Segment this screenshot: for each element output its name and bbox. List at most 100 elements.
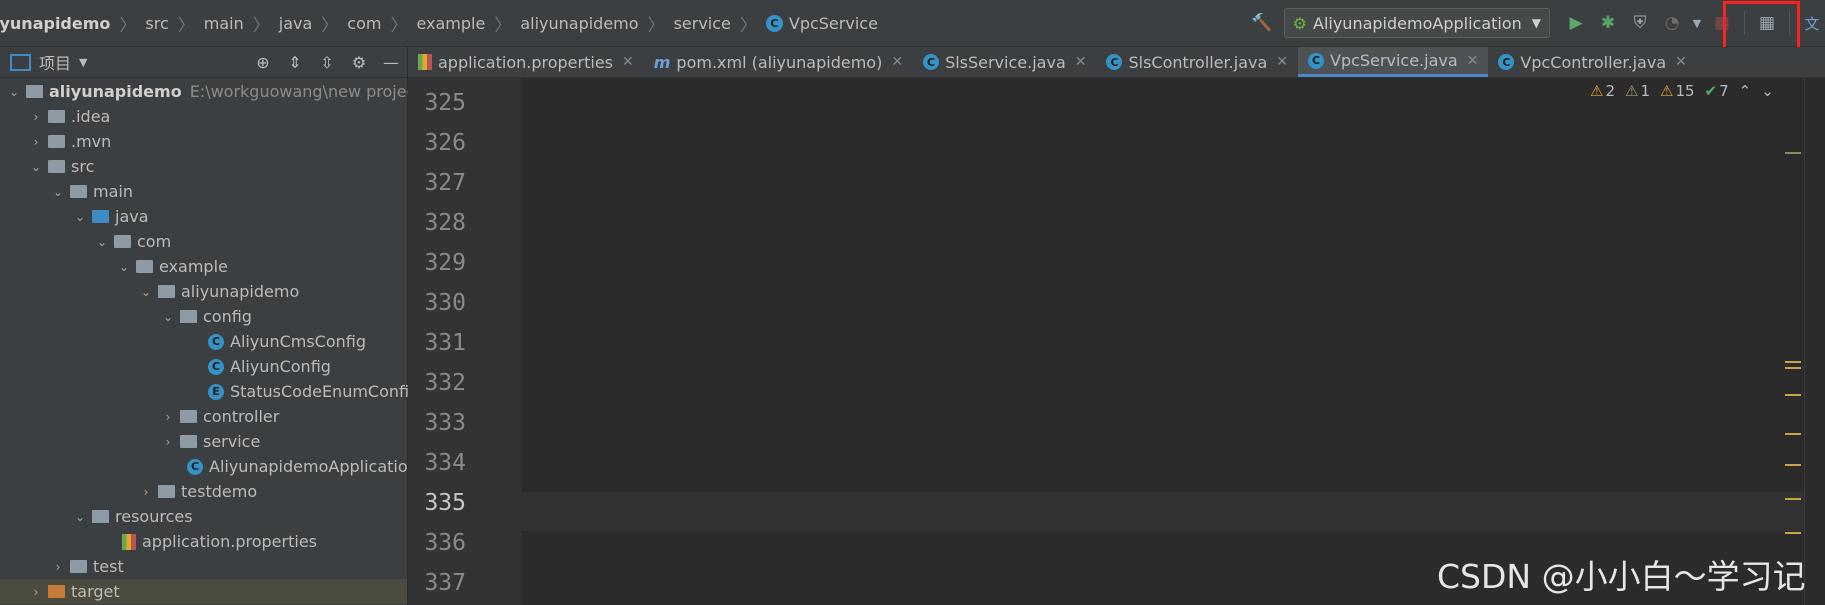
check-icon: ✔ <box>1704 82 1718 100</box>
package-icon <box>158 285 175 298</box>
tree-item[interactable]: › test <box>50 554 124 579</box>
tree-item[interactable]: E StatusCodeEnumConfig <box>208 379 419 404</box>
line-number: 337 <box>424 570 466 596</box>
tree-item[interactable]: ⌄ example <box>116 254 228 279</box>
tree-item[interactable]: ⌄ main <box>50 179 133 204</box>
code-editor[interactable] <box>521 78 1804 605</box>
class-icon: C <box>1106 54 1123 70</box>
folder-icon <box>48 135 65 148</box>
tab-label: application.properties <box>438 52 613 72</box>
tree-item[interactable]: › testdemo <box>138 479 258 504</box>
tree-item[interactable]: C AliyunConfig <box>208 354 331 379</box>
chevron-down-icon: ⌄ <box>74 209 86 224</box>
tab-application-properties[interactable]: application.properties ✕ <box>408 47 644 77</box>
stripe-mark[interactable] <box>1785 152 1801 154</box>
tab-pom-xml[interactable]: m pom.xml (aliyunapidemo) ✕ <box>644 47 913 77</box>
tree-item-label: AliyunConfig <box>230 357 331 376</box>
tree-item[interactable]: ⌄ java <box>72 204 149 229</box>
stripe-mark[interactable] <box>1785 464 1801 466</box>
chevron-down-icon: ⌄ <box>52 184 64 199</box>
tree-item[interactable]: › .idea <box>28 104 111 129</box>
hide-panel-icon[interactable]: — <box>378 49 404 75</box>
tree-item[interactable]: › controller <box>160 404 280 429</box>
line-number: 326 <box>424 130 466 156</box>
chevron-right-icon: › <box>33 109 39 124</box>
tree-item-label: resources <box>115 507 193 526</box>
tree-item-label: example <box>159 257 228 276</box>
tree-item-label: src <box>71 157 95 176</box>
caret-down-icon[interactable]: ▼ <box>79 56 87 69</box>
tree-item-label: testdemo <box>181 482 258 501</box>
close-icon[interactable]: ✕ <box>622 54 634 70</box>
enum-icon: E <box>208 383 224 400</box>
tree-item-label: aliyunapidemo <box>49 82 182 101</box>
spring-class-icon: C <box>187 458 203 475</box>
tree-item[interactable]: application.properties <box>122 529 317 554</box>
close-icon[interactable]: ✕ <box>1075 54 1087 70</box>
tree-item[interactable]: ⌄ config <box>160 304 252 329</box>
close-icon[interactable]: ✕ <box>1276 54 1288 70</box>
chevron-down-icon: ⌄ <box>140 284 152 299</box>
tree-item[interactable]: › service <box>160 429 261 454</box>
next-highlight-icon[interactable]: ⌄ <box>1761 82 1774 100</box>
tab-sls-controller[interactable]: C SlsController.java ✕ <box>1096 47 1298 77</box>
ok-count: 7 <box>1719 82 1729 100</box>
warning-icon: ⚠ <box>1625 82 1639 100</box>
project-view-selector[interactable]: 项目 <box>39 50 71 74</box>
tree-item-selected[interactable]: › target <box>0 579 407 604</box>
line-number: 334 <box>424 450 466 476</box>
locate-file-icon[interactable]: ⊕ <box>250 49 276 75</box>
line-number: 329 <box>424 250 466 276</box>
folder-icon <box>48 110 65 123</box>
tree-item[interactable]: ⌄ aliyunapidemo <box>138 279 299 304</box>
inspection-widget[interactable]: ⚠ 2 ⚠ 1 ⚠ 15 ✔ 7 ⌃ ⌄ <box>1590 82 1784 100</box>
tree-item[interactable]: ⌄ src <box>28 154 94 179</box>
stripe-mark[interactable] <box>1785 498 1801 500</box>
resources-folder-icon <box>92 510 109 523</box>
tree-item-label: main <box>93 182 133 201</box>
stripe-mark[interactable] <box>1785 361 1801 363</box>
tree-item-label: config <box>203 307 252 326</box>
class-icon: C <box>1498 54 1515 70</box>
stripe-mark[interactable] <box>1785 394 1801 396</box>
tree-item[interactable]: › .mvn <box>28 129 112 154</box>
chevron-down-icon: ⌄ <box>8 84 20 99</box>
class-icon: C <box>923 54 940 70</box>
tree-item-root[interactable]: ⌄ aliyunapidemo E:\workguowang\new project… <box>6 79 446 104</box>
class-icon: C <box>1308 52 1324 69</box>
current-line-highlight <box>521 492 1804 531</box>
stripe-mark[interactable] <box>1785 433 1801 435</box>
close-icon[interactable]: ✕ <box>1675 54 1687 70</box>
tree-item-label: com <box>137 232 172 251</box>
project-panel-icon <box>10 53 31 71</box>
chevron-right-icon: › <box>143 484 149 499</box>
line-number: 332 <box>424 370 466 396</box>
tree-item[interactable]: ⌄ resources <box>72 504 193 529</box>
package-icon <box>158 485 175 498</box>
stripe-mark[interactable] <box>1785 367 1801 369</box>
maven-icon: m <box>653 52 671 72</box>
tree-item-label: service <box>203 432 261 451</box>
close-icon[interactable]: ✕ <box>891 54 903 70</box>
tree-item[interactable]: C AliyunapidemoApplication <box>187 454 418 479</box>
previous-highlight-icon[interactable]: ⌃ <box>1739 82 1752 100</box>
properties-file-icon <box>122 533 136 550</box>
chevron-down-icon: ⌄ <box>162 309 174 324</box>
stripe-mark[interactable] <box>1785 532 1801 534</box>
settings-gear-icon[interactable]: ⚙ <box>346 49 372 75</box>
tree-item-label: test <box>93 557 124 576</box>
close-icon[interactable]: ✕ <box>1467 53 1479 69</box>
tree-item-label: controller <box>203 407 280 426</box>
tree-item[interactable]: ⌄ com <box>94 229 171 254</box>
tree-item-label: java <box>115 207 149 226</box>
tree-item[interactable]: C AliyunCmsConfig <box>208 329 366 354</box>
expand-all-icon[interactable]: ⇕ <box>282 49 308 75</box>
collapse-all-icon[interactable]: ⇳ <box>314 49 340 75</box>
editor-scrollbar[interactable] <box>1804 78 1825 605</box>
tab-vpc-controller[interactable]: C VpcController.java ✕ <box>1488 47 1696 77</box>
line-number: 328 <box>424 210 466 236</box>
folder-icon <box>70 560 87 573</box>
tab-sls-service[interactable]: C SlsService.java ✕ <box>913 47 1096 77</box>
tab-vpc-service[interactable]: C VpcService.java ✕ <box>1298 47 1489 77</box>
tab-label: SlsService.java <box>945 52 1066 72</box>
